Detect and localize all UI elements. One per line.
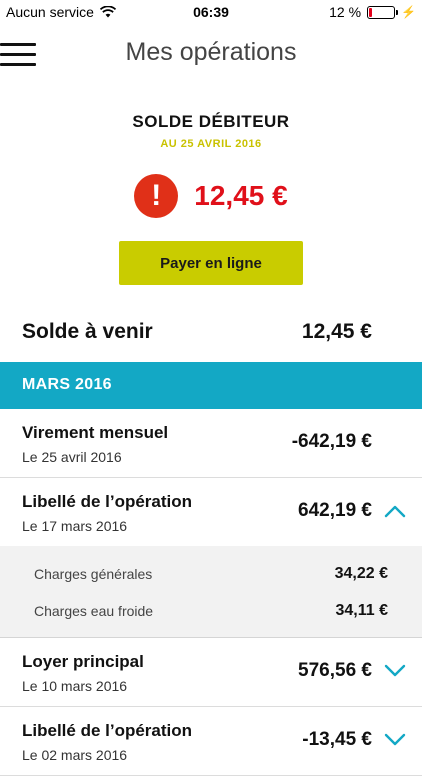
operation-date: Le 17 mars 2016 [22,518,128,534]
operation-row[interactable]: Libellé de l’opération Le 02 mars 2016 -… [0,707,422,776]
balance-date: AU 25 AVRIL 2016 [160,138,262,150]
month-section-header: MARS 2016 [0,362,422,409]
operation-details: Charges générales 34,22 € Charges eau fr… [0,546,422,638]
detail-amount: 34,11 € [335,602,389,619]
detail-row: Charges générales 34,22 € [0,556,422,593]
detail-label: Charges générales [34,566,153,582]
operation-title: Virement mensuel [22,423,169,442]
page-title: Mes opérations [125,38,297,66]
detail-label: Charges eau froide [34,603,154,619]
operation-amount: -13,45 € [302,729,372,750]
operation-date: Le 02 mars 2016 [22,747,128,763]
operation-title: Libellé de l’opération [22,721,193,740]
detail-amount: 34,22 € [334,565,388,582]
battery-icon [367,5,399,19]
operation-row-expanded[interactable]: Libellé de l’opération Le 17 mars 2016 6… [0,478,422,547]
month-label: MARS 2016 [22,376,112,393]
operation-amount: -642,19 € [291,431,372,452]
chevron-down-icon[interactable] [384,733,406,747]
upcoming-balance-amount: 12,45 € [301,320,372,343]
pay-online-button[interactable]: Payer en ligne [119,241,303,285]
chevron-up-icon[interactable] [384,504,406,518]
operation-title: Libellé de l’opération [22,492,193,511]
chevron-down-icon[interactable] [384,664,406,678]
operation-row[interactable]: Virement mensuel Le 25 avril 2016 -642,1… [0,409,422,478]
balance-row: ! 12,45 € [0,172,422,220]
status-bar: Aucun service 06:39 12 % ⚡ [0,0,422,24]
operation-date: Le 25 avril 2016 [22,449,122,465]
operation-title: Loyer principal [22,652,144,671]
balance-label: SOLDE DÉBITEUR [132,112,290,131]
charging-icon: ⚡ [401,5,416,19]
balance-amount: 12,45 € [194,180,288,211]
status-right: 12 % ⚡ [329,4,416,20]
battery-percent: 12 % [329,4,362,20]
operation-row[interactable]: Loyer principal Le 10 mars 2016 576,56 € [0,638,422,707]
battery-level [369,7,373,17]
operation-date: Le 10 mars 2016 [22,678,128,694]
upcoming-balance-label: Solde à venir [22,320,153,343]
operation-amount: 576,56 € [298,660,372,681]
upcoming-balance-row: Solde à venir 12,45 € [0,304,422,362]
operation-amount: 642,19 € [298,500,372,521]
app-header: Mes opérations [0,24,422,84]
detail-row: Charges eau froide 34,11 € [0,593,422,630]
alert-icon: ! [134,174,179,218]
